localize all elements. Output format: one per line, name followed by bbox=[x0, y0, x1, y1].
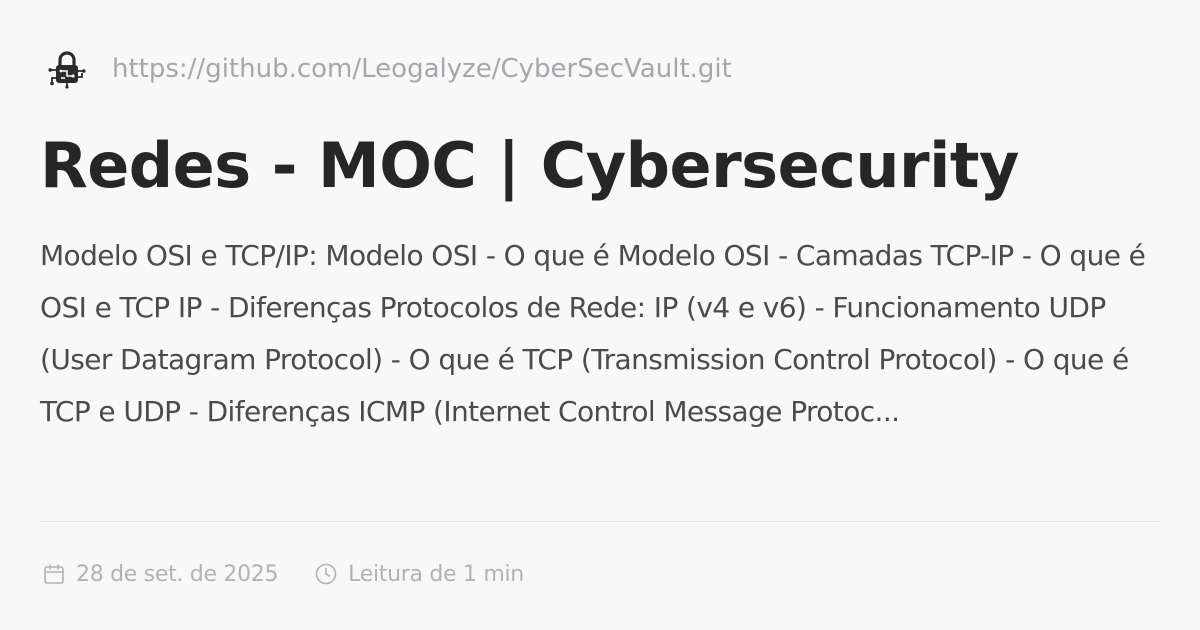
clock-icon bbox=[312, 560, 340, 588]
calendar-icon bbox=[40, 560, 68, 588]
source-url[interactable]: https://github.com/Leogalyze/CyberSecVau… bbox=[112, 54, 732, 84]
publish-date: 28 de set. de 2025 bbox=[76, 561, 279, 587]
source-row: https://github.com/Leogalyze/CyberSecVau… bbox=[44, 46, 732, 92]
preview-card: https://github.com/Leogalyze/CyberSecVau… bbox=[0, 0, 1200, 630]
page-title: Redes - MOC | Cybersecurity bbox=[40, 129, 1019, 202]
lock-circuit-icon bbox=[44, 46, 90, 92]
reading-time-item: Leitura de 1 min bbox=[312, 560, 524, 588]
meta-row: 28 de set. de 2025 Leitura de 1 min bbox=[40, 556, 524, 592]
reading-time: Leitura de 1 min bbox=[348, 561, 524, 587]
divider bbox=[40, 521, 1160, 522]
date-item: 28 de set. de 2025 bbox=[40, 560, 278, 588]
article-description: Modelo OSI e TCP/IP: Modelo OSI - O que … bbox=[40, 239, 1146, 428]
